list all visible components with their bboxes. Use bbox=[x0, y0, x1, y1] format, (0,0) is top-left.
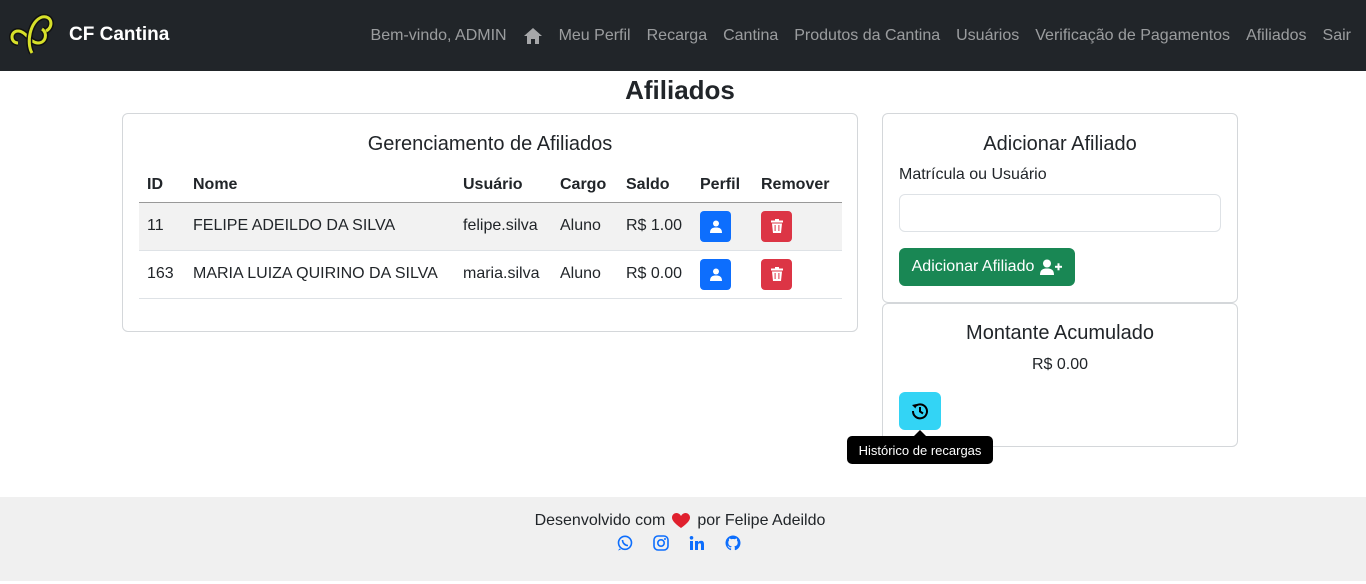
nav-recarga[interactable]: Recarga bbox=[647, 27, 707, 45]
add-affiliate-button[interactable]: Adicionar Afiliado bbox=[899, 248, 1075, 286]
cell-user: maria.silva bbox=[455, 250, 552, 299]
trash-icon bbox=[770, 219, 783, 233]
accumulated-title: Montante Acumulado bbox=[966, 322, 1154, 344]
nav-meu-perfil[interactable]: Meu Perfil bbox=[559, 27, 631, 45]
footer-credit: Desenvolvido com por Felipe Adeildo bbox=[0, 512, 1360, 530]
remove-button[interactable] bbox=[761, 258, 792, 290]
user-icon bbox=[709, 268, 722, 281]
header-user: Usuário bbox=[455, 169, 552, 203]
logo-icon bbox=[9, 13, 54, 55]
add-affiliate-card: Adicionar Afiliado Matrícula ou Usuário … bbox=[882, 113, 1238, 303]
history-icon bbox=[911, 403, 928, 420]
profile-button[interactable] bbox=[700, 210, 731, 242]
cell-name: FELIPE ADEILDO DA SILVA bbox=[185, 202, 455, 251]
registration-label: Matrícula ou Usuário bbox=[899, 166, 1047, 183]
brand[interactable]: CF Cantina bbox=[8, 13, 169, 57]
user-icon bbox=[709, 220, 722, 233]
nav-links: Bem-vindo, ADMIN Meu Perfil Recarga Cant… bbox=[371, 0, 1351, 71]
nav-usuarios[interactable]: Usuários bbox=[956, 27, 1019, 45]
trash-icon bbox=[770, 267, 783, 281]
navbar: CF Cantina Bem-vindo, ADMIN Meu Perfil R… bbox=[0, 0, 1366, 71]
add-affiliate-label: Adicionar Afiliado bbox=[911, 258, 1035, 275]
cell-profile bbox=[692, 250, 753, 299]
add-affiliate-title: Adicionar Afiliado bbox=[983, 133, 1137, 155]
affiliates-title: Gerenciamento de Afiliados bbox=[367, 133, 613, 155]
remove-button[interactable] bbox=[761, 210, 792, 242]
welcome-text: Bem-vindo, ADMIN bbox=[370, 26, 507, 44]
profile-button[interactable] bbox=[700, 258, 731, 290]
cell-id: 163 bbox=[139, 250, 185, 299]
github-icon[interactable] bbox=[725, 535, 743, 553]
table-row: 11 FELIPE ADEILDO DA SILVA felipe.silva … bbox=[139, 202, 842, 251]
whatsapp-icon[interactable] bbox=[617, 535, 635, 553]
cell-name: MARIA LUIZA QUIRINO DA SILVA bbox=[185, 250, 455, 299]
cell-remove bbox=[753, 250, 842, 299]
home-icon[interactable] bbox=[523, 27, 543, 45]
cell-user: felipe.silva bbox=[455, 202, 552, 251]
footer: Desenvolvido com por Felipe Adeildo bbox=[0, 497, 1366, 581]
header-role: Cargo bbox=[552, 169, 618, 203]
history-button[interactable] bbox=[899, 392, 941, 430]
cell-profile bbox=[692, 202, 753, 251]
table-header: ID Nome Usuário Cargo Saldo Perfil Remov… bbox=[139, 169, 842, 203]
accumulated-card: Montante Acumulado R$ 0.00 bbox=[882, 303, 1238, 447]
table-row: 163 MARIA LUIZA QUIRINO DA SILVA maria.s… bbox=[139, 250, 842, 299]
header-name: Nome bbox=[185, 169, 455, 203]
cell-balance: R$ 1.00 bbox=[618, 202, 692, 251]
header-id: ID bbox=[139, 169, 185, 203]
nav-afiliados[interactable]: Afiliados bbox=[1246, 27, 1306, 45]
cell-balance: R$ 0.00 bbox=[618, 250, 692, 299]
history-tooltip: Histórico de recargas bbox=[847, 436, 993, 464]
header-remove: Remover bbox=[753, 169, 842, 203]
user-plus-icon bbox=[1040, 259, 1063, 275]
affiliates-card: Gerenciamento de Afiliados ID Nome Usuár… bbox=[122, 113, 858, 332]
heart-icon bbox=[672, 513, 691, 529]
accumulated-value: R$ 0.00 bbox=[1031, 356, 1089, 373]
brand-name: CF Cantina bbox=[69, 24, 170, 45]
nav-verificacao[interactable]: Verificação de Pagamentos bbox=[1035, 27, 1230, 45]
registration-input[interactable] bbox=[899, 194, 1221, 232]
nav-cantina[interactable]: Cantina bbox=[723, 27, 778, 45]
header-balance: Saldo bbox=[618, 169, 692, 203]
header-profile: Perfil bbox=[692, 169, 753, 203]
footer-text-before: Desenvolvido com bbox=[534, 512, 666, 529]
nav-sair[interactable]: Sair bbox=[1323, 27, 1351, 45]
affiliates-table: ID Nome Usuário Cargo Saldo Perfil Remov… bbox=[139, 169, 842, 299]
nav-produtos[interactable]: Produtos da Cantina bbox=[794, 27, 940, 45]
cell-role: Aluno bbox=[552, 250, 618, 299]
page-title: Afiliados bbox=[625, 75, 735, 105]
linkedin-icon[interactable] bbox=[689, 535, 707, 553]
social-links bbox=[0, 535, 1360, 553]
instagram-icon[interactable] bbox=[653, 535, 671, 553]
cell-remove bbox=[753, 202, 842, 251]
cell-role: Aluno bbox=[552, 202, 618, 251]
footer-text-after: por Felipe Adeildo bbox=[697, 512, 826, 529]
cell-id: 11 bbox=[139, 202, 185, 251]
